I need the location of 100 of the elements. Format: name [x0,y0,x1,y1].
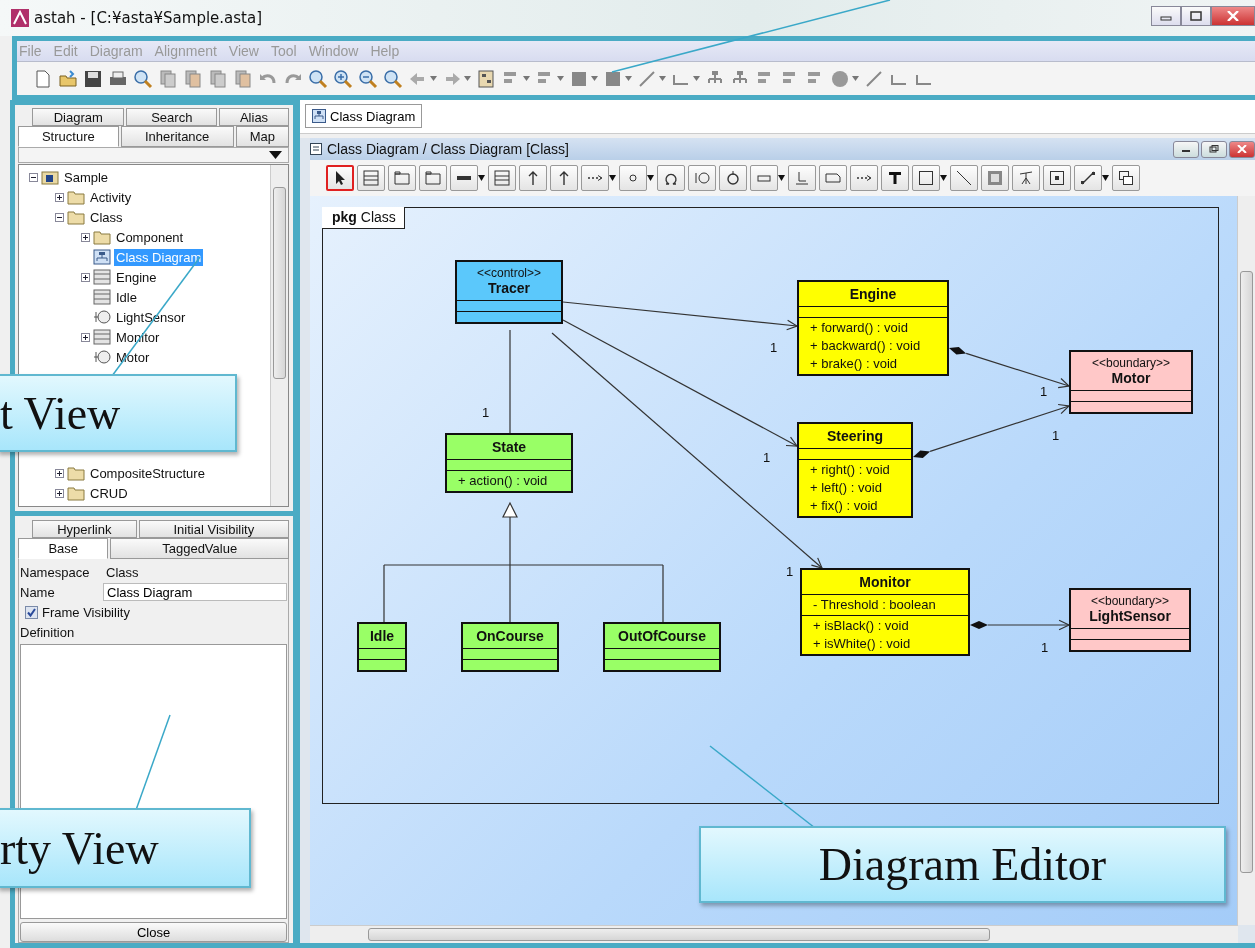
caret-icon[interactable] [1102,175,1109,181]
expand-toggle[interactable] [55,212,64,222]
class-operation: + left() : void [810,479,883,497]
open-folder-icon[interactable] [58,68,78,89]
class-operation: + fix() : void [810,497,879,515]
class-box[interactable]: Steering + right() : void + left() : void + fix() : void [797,422,913,518]
tree-item[interactable]: Sample [62,168,111,186]
connector-tool[interactable] [1074,165,1102,191]
rectangle-tool[interactable] [912,165,940,191]
realization-arrow-tool[interactable] [550,165,578,191]
layout-icon[interactable] [476,68,496,89]
paste-image-icon[interactable] [233,68,253,89]
panel-tab[interactable]: Structure [18,126,119,147]
package-tool[interactable] [388,165,416,191]
tree-item[interactable]: Class [88,208,125,226]
antenna-tool[interactable] [1012,165,1040,191]
zoom-in-icon[interactable] [333,68,353,89]
note-tool[interactable] [819,165,847,191]
dashed-line-tool[interactable] [850,165,878,191]
scrollbar[interactable] [270,165,288,506]
class-stereotype: <<boundary>> [1090,594,1170,608]
panel-tab[interactable]: Hyperlink [32,520,137,538]
paste-icon[interactable] [183,68,203,89]
copy-image-icon[interactable] [208,68,228,89]
expand-toggle[interactable] [81,332,90,342]
generalization-arrow-tool[interactable] [519,165,547,191]
zoom-icon[interactable] [308,68,328,89]
expand-toggle[interactable] [55,192,64,202]
folder-icon [67,465,85,481]
scrollbar[interactable] [310,925,1238,943]
panel-tab[interactable]: Base [18,538,109,559]
close-panel-button[interactable]: Close [20,922,287,942]
multiplicity-label: 1 [1040,384,1048,399]
caret-icon[interactable] [478,175,485,181]
class-box[interactable]: OutOfCourse [603,622,721,672]
association-line-tool[interactable] [450,165,478,191]
name-field[interactable]: Class Diagram [103,583,287,601]
pointer-tool[interactable] [326,165,354,191]
dot-tool[interactable] [619,165,647,191]
box-dot-tool[interactable] [1043,165,1071,191]
close-button[interactable] [1229,140,1255,158]
interface-tool[interactable] [688,165,716,191]
class-box[interactable]: Idle [357,622,407,672]
expand-toggle[interactable] [81,272,90,282]
expand-toggle[interactable] [81,232,90,242]
scrollbar[interactable] [1237,196,1255,925]
tree-item[interactable]: Component [114,228,186,246]
text-tool-tool[interactable] [881,165,909,191]
print-preview-icon[interactable] [133,68,153,89]
class-box[interactable]: State + action() : void [445,433,573,493]
copy-icon[interactable] [158,68,178,89]
expand-toggle[interactable] [29,172,38,182]
minimize-button[interactable] [1173,140,1199,158]
tree-item[interactable]: Activity [88,188,134,206]
class-box[interactable]: <<boundary>> Motor [1069,350,1193,414]
caret-icon[interactable] [609,175,616,181]
tree-item[interactable]: CRUD [88,484,130,502]
class-operation: + right() : void [810,461,891,479]
checkbox[interactable] [25,605,38,619]
package-tool[interactable] [419,165,447,191]
text-tool-icon [887,170,903,186]
panel-tab[interactable]: Initial Visibility [138,520,289,538]
dropdown-caret-icon[interactable] [269,151,282,159]
panel-tab[interactable]: TaggedValue [110,538,289,559]
circle-arrow-tool[interactable] [719,165,747,191]
panel-tab[interactable]: Map [235,126,289,147]
restore-button[interactable] [1201,140,1227,158]
restore-icon [1209,145,1219,153]
panel-tab[interactable]: Search [126,108,218,126]
panel-tab[interactable]: Diagram [32,108,125,126]
folder-icon [93,229,111,245]
line-style-icon[interactable] [637,68,657,89]
class-box[interactable]: <<control>> Tracer [455,260,563,324]
zoom-fit-icon[interactable] [383,68,403,89]
new-file-icon[interactable] [33,68,53,89]
tree-item[interactable]: Engine [114,268,159,286]
class-box[interactable]: OnCourse [461,622,559,672]
caret-icon[interactable] [940,175,947,181]
zoom-out-icon[interactable] [358,68,378,89]
diagram-tab[interactable]: Class Diagram [305,104,423,128]
class-box[interactable]: Monitor - Threshold : boolean + isBlack() : void + isWhite() : void [800,568,970,656]
image-tool[interactable] [981,165,1009,191]
interface-tool[interactable] [657,165,685,191]
close-icon [1227,11,1239,21]
class-box[interactable]: <<boundary>> LightSensor [1069,588,1191,652]
panel-tab[interactable]: Inheritance [120,126,234,147]
maximize-button[interactable] [1181,6,1211,26]
dependency-arrow-tool[interactable] [581,165,609,191]
caret-icon[interactable] [647,175,654,181]
caret-icon[interactable] [778,175,785,181]
tree-item[interactable]: Idle [114,288,139,306]
layers-tool[interactable] [1112,165,1140,191]
panel-tab[interactable]: Alias [219,108,289,126]
close-button[interactable] [1211,6,1255,26]
expand-toggle[interactable] [55,468,64,478]
window-title: astah - [C:¥asta¥Sample.asta] [34,9,263,27]
tree-item[interactable]: CompositeStructure [88,464,207,482]
expand-toggle[interactable] [55,488,64,498]
class-icon [93,329,111,345]
class-box[interactable]: Engine + forward() : void + backward() : void + brake() : void [797,280,949,376]
